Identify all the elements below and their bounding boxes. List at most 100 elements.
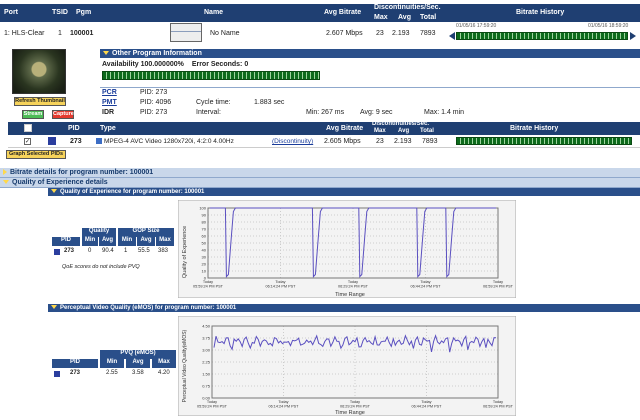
- history-start: 01/05/16 17:59:20: [456, 23, 497, 29]
- pvq-x-tick: Today: [350, 400, 360, 404]
- pmt-pid: PID: 4096: [140, 99, 172, 106]
- pvq-chart: 4.503.753.002.251.500.750.00Today05:59:2…: [178, 316, 516, 416]
- type-col: Type: [100, 125, 116, 132]
- pvq-row-pid: 273: [70, 370, 81, 376]
- pid-bitrate-history-bar: [456, 137, 632, 145]
- pid-avg-value: 2.193: [394, 138, 412, 145]
- qoe-y-label: Quality of Experience: [182, 226, 188, 278]
- g-min-header: Min: [118, 237, 136, 246]
- qoe-row-gavg: 55.5: [138, 248, 150, 254]
- idr-pid: PID: 273: [140, 109, 168, 116]
- qoe-x-tick: 06:44:24 PM PST: [411, 285, 442, 289]
- pvq-min-header: Min: [100, 359, 124, 368]
- collapse-icon: [3, 180, 9, 185]
- pid-history-col: Bitrate History: [510, 125, 559, 132]
- pvq-header: PVQ (eMOS): [100, 350, 176, 359]
- pvq-y-tick: 3.00: [202, 348, 211, 353]
- availability-text: Availability 100.000000% Error Seconds: …: [102, 61, 248, 68]
- pid-row[interactable]: ✓ 273 MPEG-4 AVC Video 1280x720i, 4:2:0 …: [8, 135, 640, 148]
- qoe-x-label: Time Range: [335, 292, 365, 298]
- qoe-x-tick: 06:59:24 PM PST: [483, 285, 514, 289]
- qoe-program-bar[interactable]: Quality of Experience for program number…: [48, 188, 640, 196]
- pvq-table: PVQ (eMOS) PID Min Avg Max 273 2.55 3.58…: [52, 350, 176, 384]
- capture-button[interactable]: Capture: [52, 110, 74, 119]
- pvq-x-tick: 05:59:24 PM PST: [197, 405, 228, 409]
- pvq-program-title: Perceptual Video Quality (eMOS) for prog…: [60, 305, 237, 311]
- collapse-icon: [51, 305, 57, 310]
- idr-max: Max: 1.4 min: [424, 109, 465, 116]
- qoe-table: Quality GOP Size PID Min Avg Min Avg Max…: [52, 228, 176, 262]
- qoe-details-title: Quality of Experience details: [12, 179, 108, 186]
- pvq-x-tick: Today: [278, 400, 288, 404]
- history-next-icon[interactable]: [630, 32, 636, 40]
- pmt-link[interactable]: PMT: [102, 99, 117, 106]
- expand-icon: [3, 169, 7, 176]
- qoe-y-tick: 40: [202, 248, 207, 253]
- select-all-checkbox[interactable]: [24, 124, 32, 132]
- discontinuity-link[interactable]: (Discontinuity): [272, 138, 313, 145]
- pvq-y-label: Perceptual Video Quality(eMOS): [182, 329, 188, 402]
- col-tsid: TSID: [52, 9, 68, 16]
- program-row[interactable]: 1: HLS-Clear 1 100001 No Name 2.607 Mbps…: [0, 22, 640, 44]
- thumbnail-mini[interactable]: [170, 23, 202, 42]
- top-header: Port TSID Pgm Name Avg Bitrate Discontin…: [0, 4, 640, 22]
- divider: [100, 87, 640, 88]
- history-prev-icon[interactable]: [449, 32, 455, 40]
- idr-min: Min: 267 ms: [306, 109, 345, 116]
- qoe-y-tick: 10: [202, 269, 207, 274]
- qoe-y-tick: 60: [202, 234, 207, 239]
- pvq-y-tick: 4.50: [202, 324, 211, 329]
- qoe-row-swatch: [54, 249, 60, 255]
- pid-total-value: 7893: [422, 138, 438, 145]
- disc-total: 7893: [420, 30, 436, 37]
- pvq-program-bar[interactable]: Perceptual Video Quality (eMOS) for prog…: [48, 304, 640, 312]
- qoe-row-gmax: 383: [158, 248, 169, 254]
- idr-label: IDR: [102, 109, 115, 116]
- collapse-icon: [103, 51, 109, 56]
- qoe-x-tick: Today: [203, 280, 213, 284]
- availability-value: Availability 100.000000%: [102, 61, 184, 68]
- name-value: No Name: [210, 30, 240, 37]
- pvq-row-max: 4.20: [158, 370, 170, 376]
- qoe-y-tick: 20: [202, 262, 207, 267]
- qoe-y-tick: 70: [202, 227, 207, 232]
- qoe-x-tick: 06:29:24 PM PST: [338, 285, 369, 289]
- quality-header: Quality: [82, 228, 116, 237]
- pid-table-header: PID Type Avg Bitrate Discontinuities/Sec…: [8, 121, 640, 135]
- qoe-details-bar[interactable]: Quality of Experience details: [0, 178, 640, 188]
- pcr-link[interactable]: PCR: [102, 89, 117, 96]
- other-info-bar[interactable]: Other Program Information: [100, 49, 640, 58]
- pvq-x-tick: 06:44:24 PM PST: [412, 405, 443, 409]
- pid-checkbox[interactable]: ✓: [24, 138, 31, 145]
- qoe-program-title: Quality of Experience for program number…: [60, 189, 205, 195]
- disc-avg: 2.193: [392, 30, 410, 37]
- refresh-thumbnail-button[interactable]: Refresh Thumbnail: [14, 97, 66, 106]
- pvq-row-min: 2.55: [106, 370, 118, 376]
- pvq-y-tick: 0.75: [202, 384, 211, 389]
- qoe-y-tick: 90: [202, 213, 207, 218]
- pvq-x-tick: Today: [207, 400, 217, 404]
- pvq-x-tick: 06:59:24 PM PST: [483, 405, 514, 409]
- pmt-cycle-label: Cycle time:: [196, 99, 231, 106]
- history-end: 01/05/16 18:59:20: [588, 23, 629, 29]
- bitrate-details-bar[interactable]: Bitrate details for program number: 1000…: [0, 168, 640, 178]
- pid-col: PID: [68, 125, 80, 132]
- qoe-pid-header: PID: [52, 237, 80, 246]
- col-max: Max: [374, 14, 388, 21]
- q-min-header: Min: [82, 237, 98, 246]
- pid-disc-col: Discontinuities/Sec.: [372, 121, 430, 127]
- video-type-icon: [96, 138, 102, 144]
- col-bitrate-history: Bitrate History: [516, 9, 565, 16]
- qoe-row-qavg: 90.4: [102, 248, 114, 254]
- port-value: 1: HLS-Clear: [4, 30, 45, 37]
- stream-button[interactable]: Stream: [22, 110, 44, 119]
- g-avg-header: Avg: [137, 237, 155, 246]
- bitrate-details-title: Bitrate details for program number: 1000…: [10, 169, 154, 176]
- availability-bar: [102, 71, 320, 80]
- qoe-row-qmin: 0: [88, 248, 92, 254]
- pvq-x-tick: 06:14:24 PM PST: [269, 405, 300, 409]
- pid-bitrate-value: 2.605 Mbps: [324, 138, 361, 145]
- idr-avg: Avg: 9 sec: [360, 109, 393, 116]
- video-thumbnail: [12, 49, 66, 94]
- graph-selected-pids-button[interactable]: Graph Selected PIDs: [6, 150, 66, 159]
